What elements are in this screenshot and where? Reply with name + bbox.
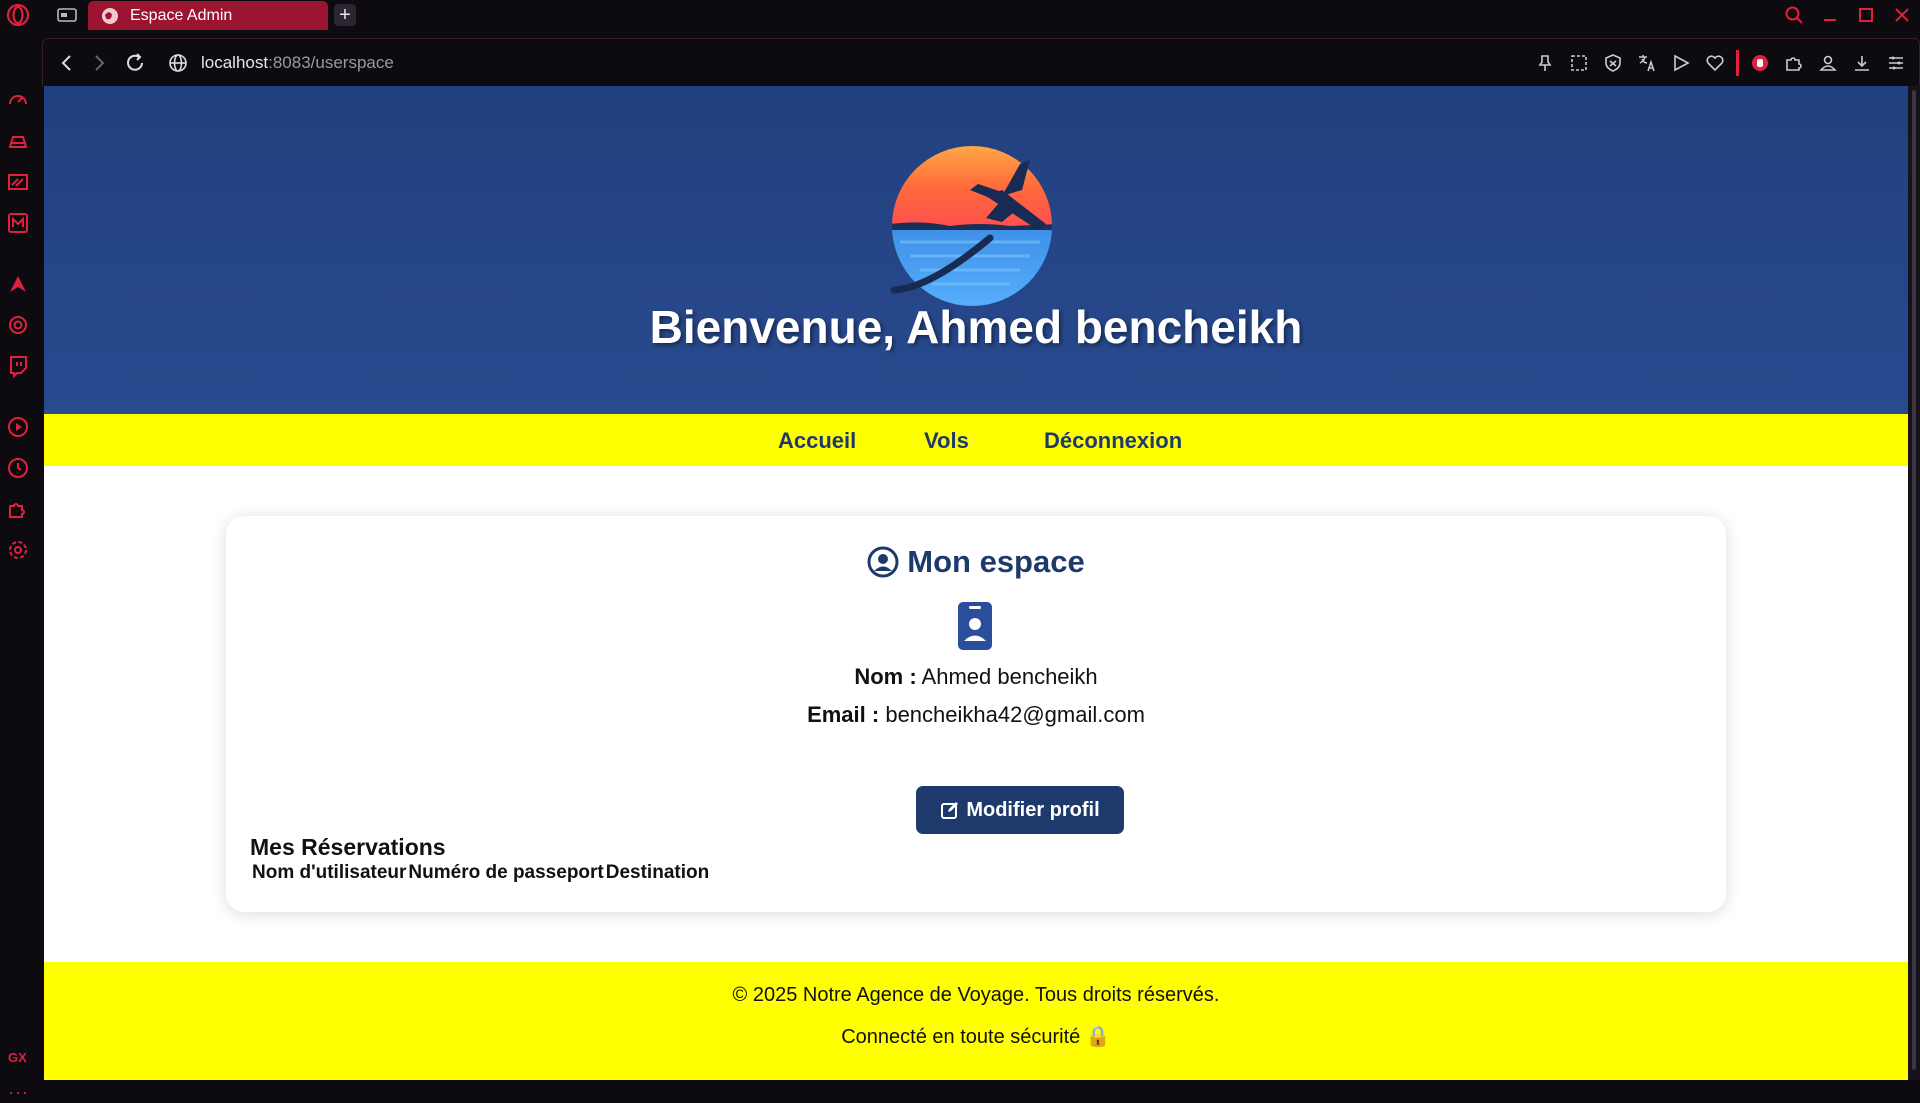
- reservations-table-header: Nom d'utilisateur Numéro de passeport De…: [252, 862, 711, 884]
- translate-icon[interactable]: [1630, 49, 1664, 77]
- extensions-icon[interactable]: [6, 497, 30, 521]
- toolbar-separator: [1736, 50, 1739, 76]
- column-header-destination: Destination: [605, 862, 710, 883]
- pin-icon[interactable]: [1528, 49, 1562, 77]
- nav-link-deconnexion[interactable]: Déconnexion: [1044, 428, 1182, 454]
- new-tab-button[interactable]: +: [334, 4, 356, 26]
- window-controls: [1776, 0, 1920, 30]
- minimize-icon[interactable]: [1812, 0, 1848, 30]
- user-space-card: Mon espace Nom : Ahmed bencheikh Email :…: [226, 516, 1726, 912]
- tab-manager-icon[interactable]: [56, 6, 78, 24]
- back-arrow-icon[interactable]: [55, 51, 79, 75]
- url-path: :8083/userspace: [268, 53, 394, 72]
- column-header-passport: Numéro de passeport: [408, 862, 604, 883]
- travel-agency-logo-icon: [890, 138, 1058, 306]
- send-icon[interactable]: [1664, 49, 1698, 77]
- page-footer: © 2025 Notre Agence de Voyage. Tous droi…: [44, 962, 1908, 1080]
- stop-hand-icon[interactable]: [1743, 49, 1777, 77]
- user-circle-icon: [867, 546, 899, 578]
- search-icon[interactable]: [1776, 0, 1812, 30]
- email-label: Email :: [807, 702, 880, 727]
- gx-control-icon[interactable]: [6, 88, 30, 112]
- reservations-title: Mes Réservations: [250, 834, 446, 860]
- address-bar: localhost:8083/userspace: [42, 38, 1920, 86]
- player-icon[interactable]: [6, 415, 30, 439]
- url-field[interactable]: localhost:8083/userspace: [201, 53, 394, 73]
- history-icon[interactable]: [6, 456, 30, 480]
- mail-m-icon[interactable]: [6, 211, 30, 235]
- name-label: Nom :: [854, 664, 917, 689]
- page-scrollbar[interactable]: [1908, 86, 1920, 1080]
- tab-espace-admin[interactable]: Espace Admin: [88, 1, 328, 30]
- easy-setup-menu-icon[interactable]: [1879, 49, 1913, 77]
- footer-copyright: © 2025 Notre Agence de Voyage. Tous droi…: [732, 984, 1220, 1006]
- hero-header: Bienvenue, Ahmed bencheikh: [44, 86, 1908, 414]
- forward-arrow-icon[interactable]: [87, 51, 111, 75]
- snapshot-icon[interactable]: [1562, 49, 1596, 77]
- aria-ai-icon[interactable]: [6, 272, 30, 296]
- card-title-text: Mon espace: [907, 544, 1085, 579]
- opera-gx-logo-icon[interactable]: [6, 3, 30, 27]
- tab-title: Espace Admin: [130, 6, 233, 24]
- browser-sidebar: GX ···: [0, 30, 36, 1102]
- maximize-icon[interactable]: [1848, 0, 1884, 30]
- scrollbar-thumb[interactable]: [1912, 90, 1916, 1070]
- browser-title-bar: Espace Admin +: [0, 0, 1920, 30]
- reload-icon[interactable]: [123, 51, 147, 75]
- globe-favicon-icon: [100, 6, 120, 26]
- name-value: Ahmed bencheikh: [921, 664, 1098, 689]
- sidebar-gx-label[interactable]: GX: [8, 1050, 27, 1065]
- news-icon[interactable]: [6, 170, 30, 194]
- close-icon[interactable]: [1884, 0, 1920, 30]
- id-badge-icon: [956, 600, 994, 652]
- column-header-username: Nom d'utilisateur: [252, 862, 407, 883]
- gx-corner-icon[interactable]: [6, 129, 30, 153]
- main-navbar: Accueil Vols Déconnexion: [44, 414, 1908, 466]
- edit-icon: [940, 800, 960, 820]
- nav-link-vols[interactable]: Vols: [924, 428, 969, 454]
- web-page: Bienvenue, Ahmed bencheikh Accueil Vols …: [44, 86, 1908, 1080]
- chatgpt-icon[interactable]: [6, 313, 30, 337]
- heart-icon[interactable]: [1698, 49, 1732, 77]
- puzzle-extensions-icon[interactable]: [1777, 49, 1811, 77]
- name-line: Nom : Ahmed bencheikh: [226, 664, 1726, 690]
- url-host: localhost: [201, 53, 269, 72]
- site-info-globe-icon[interactable]: [167, 52, 189, 74]
- welcome-title: Bienvenue, Ahmed bencheikh: [649, 301, 1303, 353]
- settings-gear-icon[interactable]: [6, 538, 30, 562]
- profile-icon[interactable]: [1811, 49, 1845, 77]
- nav-link-accueil[interactable]: Accueil: [778, 428, 856, 454]
- download-icon[interactable]: [1845, 49, 1879, 77]
- card-title: Mon espace: [226, 544, 1726, 580]
- email-line: Email : bencheikha42@gmail.com: [226, 702, 1726, 728]
- sidebar-more-icon[interactable]: ···: [8, 1082, 29, 1103]
- edit-profile-button[interactable]: Modifier profil: [916, 786, 1124, 834]
- toolbar-right: [1528, 49, 1913, 77]
- email-value: bencheikha42@gmail.com: [885, 702, 1145, 727]
- edit-profile-label: Modifier profil: [966, 798, 1100, 821]
- adblock-shield-icon[interactable]: [1596, 49, 1630, 77]
- footer-secure: Connecté en toute sécurité 🔒: [841, 1026, 1111, 1048]
- twitch-icon[interactable]: [6, 354, 30, 379]
